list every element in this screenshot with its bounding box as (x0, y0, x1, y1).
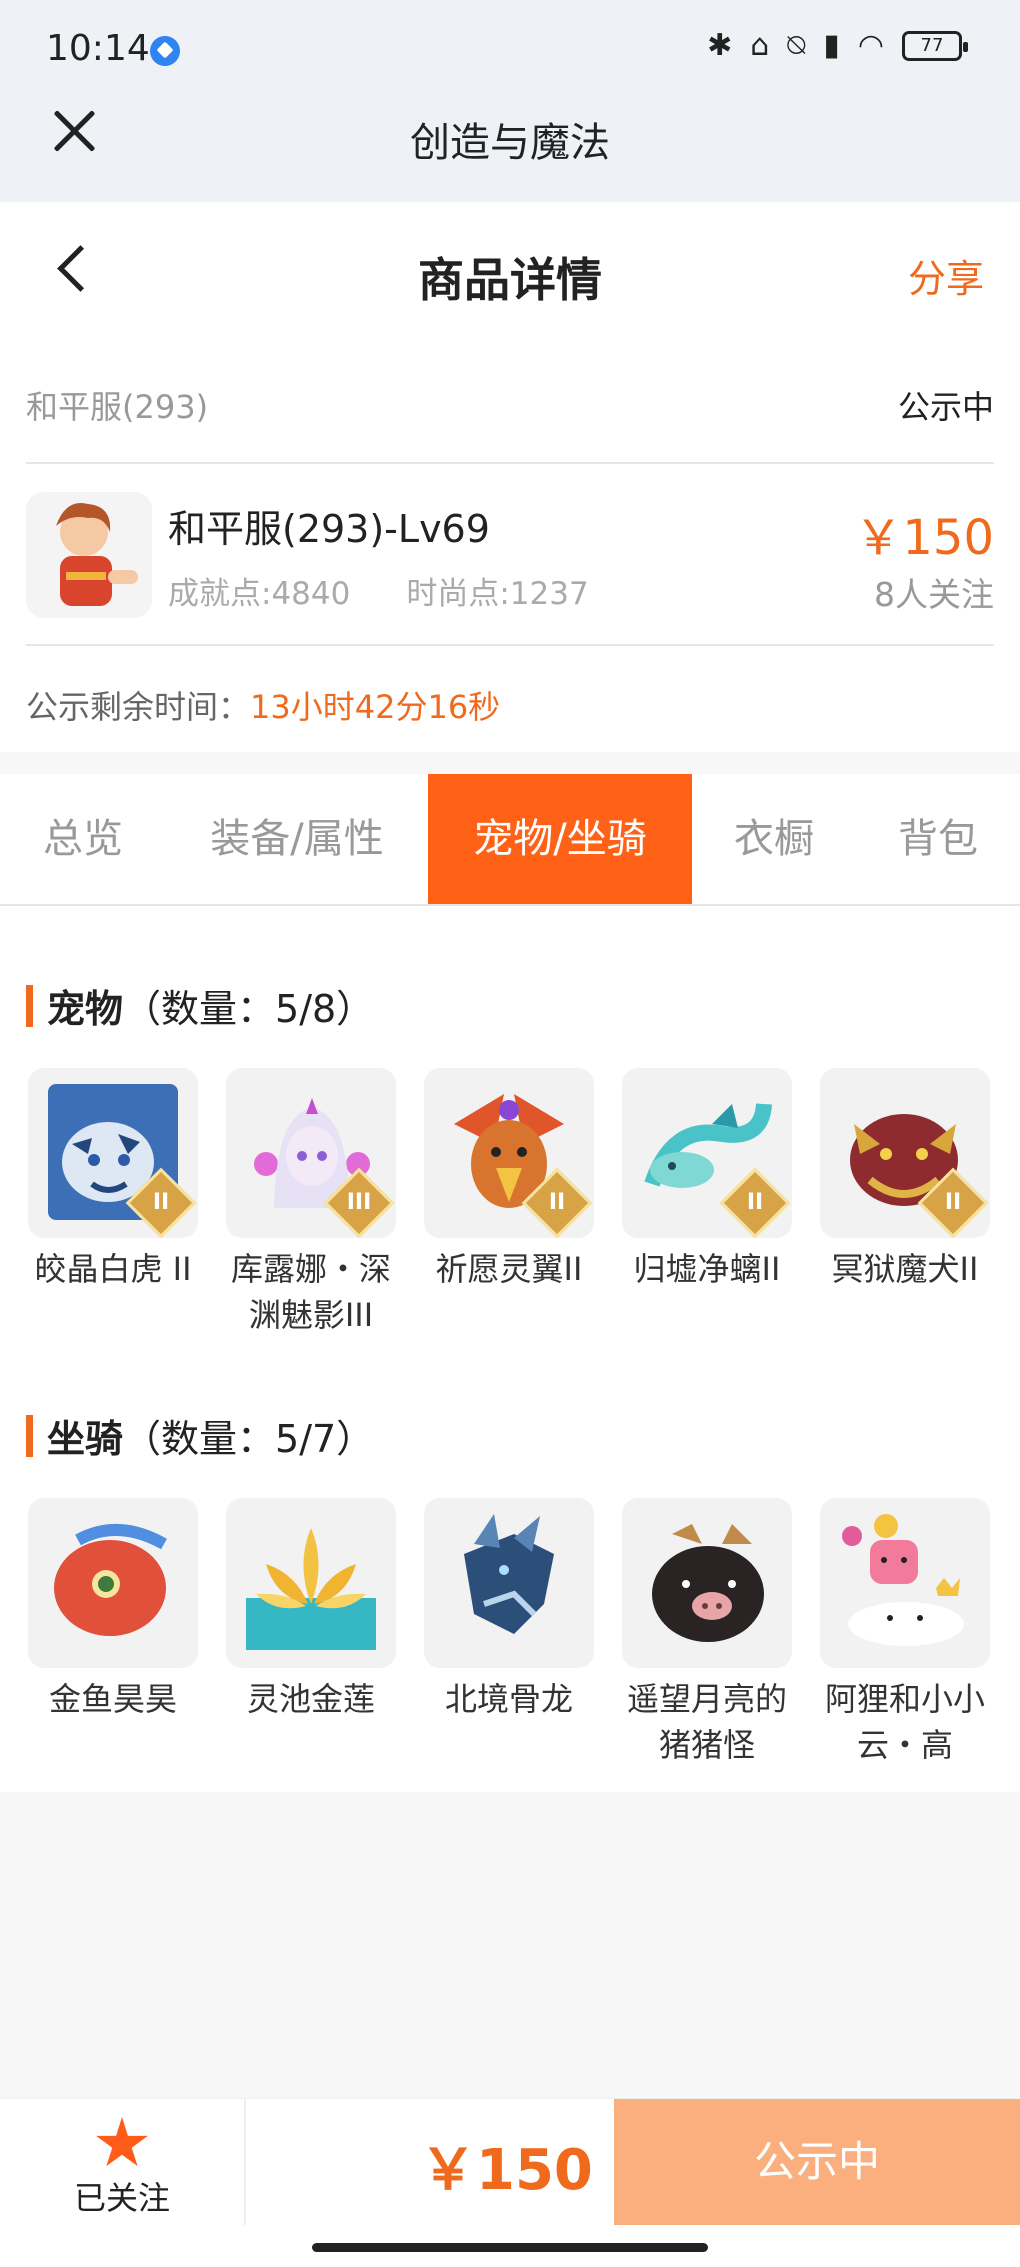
bottom-action-bar: 已关注 ￥150 公示中 (0, 2098, 1020, 2267)
mute-bell-icon: ⍉ (787, 28, 806, 63)
pet-thumbnail: II (424, 1068, 594, 1238)
mount-item[interactable]: 遥望月亮的猪猪怪 (620, 1498, 794, 1768)
status-time: 10:14 (46, 28, 150, 69)
divider (244, 2099, 246, 2225)
mount-thumbnail (424, 1498, 594, 1668)
tab-bar: 总览 装备/属性 宠物/坐骑 衣橱 背包 (0, 774, 1020, 906)
mounts-section-title: 坐骑 （数量：5/7） (26, 1408, 374, 1463)
pet-name: 冥狱魔犬II (831, 1250, 979, 1288)
listing-state: 公示中 (897, 388, 994, 426)
pet-name: 祈愿灵翼II (435, 1250, 583, 1288)
tab-overview[interactable]: 总览 (0, 774, 166, 904)
follower-count: 8人关注 (874, 575, 994, 614)
fashion-points: 时尚点:1237 (406, 576, 589, 612)
pet-thumbnail: II (622, 1068, 792, 1238)
mount-name: 金鱼昊昊 (48, 1680, 177, 1718)
browser-compass-icon (150, 36, 180, 66)
pet-item[interactable]: III 库露娜・深渊魅影III (224, 1068, 398, 1338)
pet-thumbnail: II (28, 1068, 198, 1238)
mounts-title: 坐骑 (47, 1417, 124, 1461)
mount-name: 阿狸和小小云・高 (824, 1680, 985, 1764)
achievement-points: 成就点:4840 (168, 576, 351, 612)
pets-mounts-panel: 宠物 （数量：5/8） II 皎晶白虎 II III 库露娜・深渊魅影III I… (0, 906, 1020, 1792)
tab-equipment[interactable]: 装备/属性 (166, 774, 428, 904)
tab-wardrobe[interactable]: 衣橱 (692, 774, 856, 904)
follow-button[interactable]: 已关注 (0, 2099, 244, 2225)
signal-icon: ▮ (823, 28, 840, 63)
status-icons: ✱ ⌂ ⍉ ▮ ◠ 77 (707, 28, 968, 63)
pet-name: 皎晶白虎 II (34, 1250, 192, 1288)
mount-item[interactable]: 金鱼昊昊 (26, 1498, 200, 1722)
mount-name: 灵池金莲 (246, 1680, 375, 1718)
star-icon (96, 2117, 148, 2167)
section-accent-bar (26, 984, 33, 1027)
page-title: 商品详情 (418, 253, 602, 307)
mount-thumbnail (820, 1498, 990, 1668)
item-name: 和平服(293)-Lv69 (168, 507, 490, 551)
mount-name: 遥望月亮的猪猪怪 (626, 1680, 787, 1764)
top-bar: 10:14 ✱ ⌂ ⍉ ▮ ◠ 77 创造与魔法 (0, 0, 1020, 202)
pets-title: 宠物 (47, 987, 124, 1031)
remaining-time: 公示剩余时间：13小时42分16秒 (26, 682, 500, 728)
pet-thumbnail: III (226, 1068, 396, 1238)
character-avatar (26, 492, 152, 618)
earbuds-icon: ⌂ (750, 28, 770, 63)
pet-item[interactable]: II 祈愿灵翼II (422, 1068, 596, 1292)
share-button[interactable]: 分享 (908, 248, 984, 303)
divider (26, 462, 994, 464)
remaining-time-value: 13小时42分16秒 (250, 688, 501, 726)
app-title: 创造与魔法 (410, 120, 610, 166)
pet-thumbnail: II (820, 1068, 990, 1238)
section-accent-bar (26, 1414, 33, 1457)
pets-section-title: 宠物 （数量：5/8） (26, 978, 374, 1033)
tab-pets-mounts[interactable]: 宠物/坐骑 (428, 774, 692, 904)
mount-item[interactable]: 北境骨龙 (422, 1498, 596, 1722)
mount-item[interactable]: 灵池金莲 (224, 1498, 398, 1722)
pets-count: （数量：5/8） (123, 987, 375, 1031)
divider (26, 644, 994, 646)
follow-label: 已关注 (73, 2179, 170, 2217)
item-card: 和平服(293) 公示中 和平服(293)-Lv69 成就点:4840 时尚点:… (0, 342, 1020, 752)
mount-thumbnail (622, 1498, 792, 1668)
mount-item[interactable]: 阿狸和小小云・高 (818, 1498, 992, 1768)
pet-item[interactable]: II 冥狱魔犬II (818, 1068, 992, 1292)
item-price: ￥150 (854, 510, 994, 566)
mount-thumbnail (28, 1498, 198, 1668)
pet-name: 归墟净螭II (633, 1250, 781, 1288)
battery-icon: 77 (902, 30, 968, 61)
pet-item[interactable]: II 归墟净螭II (620, 1068, 794, 1292)
mount-thumbnail (226, 1498, 396, 1668)
server-name: 和平服(293) (26, 388, 209, 426)
pet-name: 库露娜・深渊魅影III (230, 1250, 391, 1334)
tab-backpack[interactable]: 背包 (856, 774, 1020, 904)
bluetooth-icon: ✱ (707, 28, 733, 63)
publicity-status-button[interactable]: 公示中 (614, 2099, 1020, 2225)
pet-item[interactable]: II 皎晶白虎 II (26, 1068, 200, 1292)
home-indicator[interactable] (312, 2243, 708, 2252)
remaining-time-label: 公示剩余时间： (26, 688, 251, 726)
wifi-icon: ◠ (857, 28, 884, 63)
mount-name: 北境骨龙 (444, 1680, 573, 1718)
bottom-price: ￥150 (420, 2138, 593, 2203)
item-stats: 成就点:4840 时尚点:1237 (168, 568, 589, 613)
page-header: 商品详情 分享 (0, 202, 1020, 342)
mounts-count: （数量：5/7） (123, 1417, 375, 1461)
